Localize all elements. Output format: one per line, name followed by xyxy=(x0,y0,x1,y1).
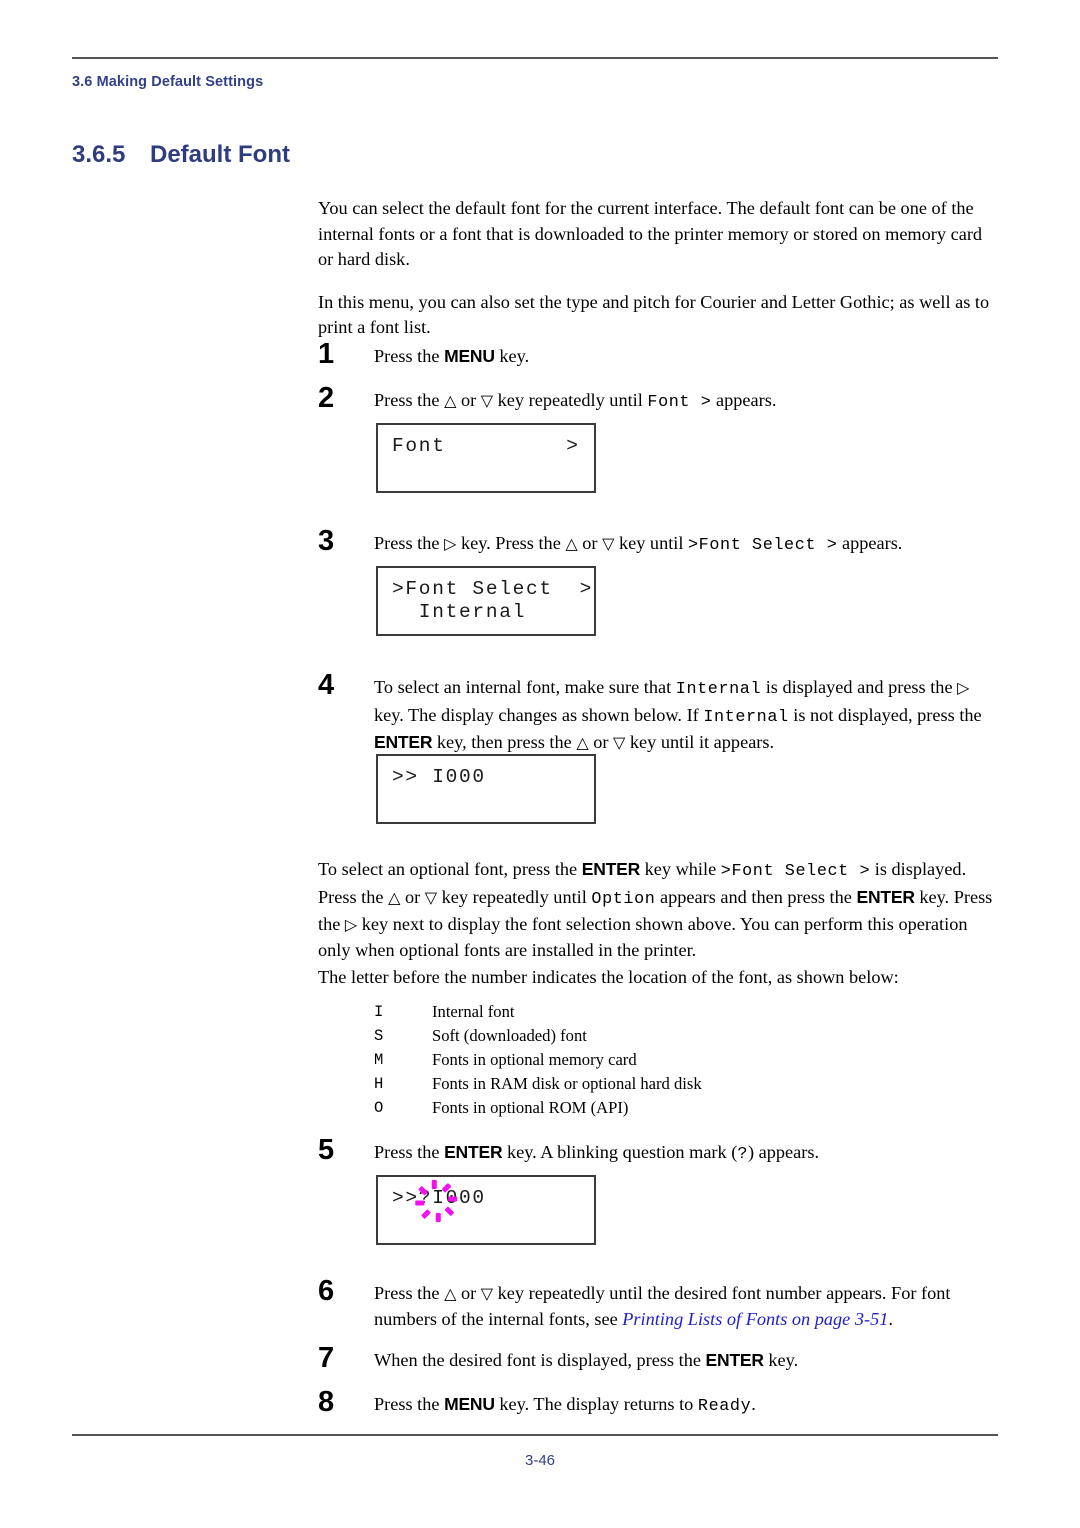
step-number: 4 xyxy=(318,669,335,701)
lcd-text-inline: Ready xyxy=(697,1397,752,1416)
step-1: 1 Press the MENU key. xyxy=(318,338,1000,370)
key-label: ENTER xyxy=(444,1142,503,1162)
lcd-line-1: >>?I000 xyxy=(392,1187,486,1209)
step-number: 2 xyxy=(318,382,335,414)
legend-description: Fonts in optional memory card xyxy=(432,1050,637,1069)
legend-row: O Fonts in optional ROM (API) xyxy=(374,1096,994,1120)
arrow-key-icon: ▷ xyxy=(444,534,457,553)
cross-reference-link[interactable]: Printing Lists of Fonts on page 3-51 xyxy=(622,1309,888,1329)
step-8: 8 Press the MENU key. The display return… xyxy=(318,1386,1000,1420)
lcd-line-1: Font xyxy=(392,435,446,457)
legend-description: Soft (downloaded) font xyxy=(432,1026,587,1045)
legend-code: I xyxy=(374,1003,384,1021)
key-label: MENU xyxy=(444,346,495,366)
optional-font-note: To select an optional font, press the EN… xyxy=(318,857,1000,980)
key-label: ENTER xyxy=(374,732,433,752)
lcd-text-inline: >Font Select > xyxy=(688,536,838,555)
step-5: 5 Press the ENTER key. A blinking questi… xyxy=(318,1134,1000,1168)
arrow-key-icon: △ xyxy=(444,391,457,410)
intro-paragraph-2: In this menu, you can also set the type … xyxy=(318,291,990,338)
lcd-text-inline: Internal xyxy=(703,707,789,727)
arrow-key-icon: ▽ xyxy=(613,733,626,752)
lcd-display-font-select: >Font Select > Internal xyxy=(376,566,596,636)
intro-paragraph-1: You can select the default font for the … xyxy=(318,198,983,269)
lcd-text-inline: Font > xyxy=(647,393,712,412)
page-title: 3.6.5 Default Font xyxy=(72,141,290,169)
font-location-legend: I Internal font S Soft (downloaded) font… xyxy=(374,1000,994,1120)
arrow-key-icon: ▷ xyxy=(957,678,970,697)
step-text: When the desired font is displayed, pres… xyxy=(374,1350,799,1370)
legend-code: H xyxy=(374,1075,384,1093)
step-text: Press the ▷ key. Press the △ or ▽ key un… xyxy=(374,533,903,555)
step-6: 6 Press the △ or ▽ key repeatedly until … xyxy=(318,1275,1000,1332)
step-number: 3 xyxy=(318,525,335,557)
step-text: Press the MENU key. xyxy=(374,346,530,366)
step-text: To select an internal font, make sure th… xyxy=(374,677,982,752)
arrow-key-icon: △ xyxy=(444,1284,457,1303)
step-3: 3 Press the ▷ key. Press the △ or ▽ key … xyxy=(318,525,1000,559)
step-2: 2 Press the △ or ▽ key repeatedly until … xyxy=(318,382,1000,416)
arrow-key-icon: △ xyxy=(565,534,578,553)
lcd-text-inline: Option xyxy=(591,889,656,909)
footer-rule xyxy=(72,1434,998,1436)
key-label: ENTER xyxy=(856,886,915,907)
arrow-key-icon: ▽ xyxy=(480,1284,494,1303)
lcd-line-1: >Font Select > xyxy=(392,578,594,600)
document-page: 3.6 Making Default Settings 3.6.5 Default… xyxy=(0,0,1080,1528)
arrow-key-icon: △ xyxy=(576,733,589,752)
intro-block: You can select the default font for the … xyxy=(318,196,1000,358)
step-number: 8 xyxy=(318,1386,335,1418)
lcd-display-blinking-prompt: >>?I000 xyxy=(376,1175,596,1245)
lcd-text-inline: ? xyxy=(737,1145,748,1164)
key-label: MENU xyxy=(444,1394,495,1414)
key-label: ENTER xyxy=(581,859,641,879)
arrow-key-icon: ▷ xyxy=(344,915,358,934)
step-number: 6 xyxy=(318,1275,335,1307)
section-number: 3.6.5 xyxy=(72,141,126,168)
legend-code: O xyxy=(374,1099,384,1117)
lcd-caret-icon: > xyxy=(566,435,578,457)
legend-description: Fonts in RAM disk or optional hard disk xyxy=(432,1074,702,1093)
legend-row: M Fonts in optional memory card xyxy=(374,1048,994,1072)
step-7: 7 When the desired font is displayed, pr… xyxy=(318,1342,1000,1374)
legend-description: Internal font xyxy=(432,1002,515,1021)
step-number: 1 xyxy=(318,338,335,370)
arrow-key-icon: △ xyxy=(388,887,401,907)
lcd-line-2: Internal xyxy=(392,601,527,623)
running-head: 3.6 Making Default Settings xyxy=(72,74,264,90)
arrow-key-icon: ▽ xyxy=(480,391,494,410)
legend-code: M xyxy=(374,1051,384,1069)
optional-font-note-text: To select an optional font, press the EN… xyxy=(318,859,993,960)
step-text: Press the △ or ▽ key repeatedly until th… xyxy=(374,1283,951,1329)
header-rule xyxy=(72,57,998,59)
lcd-text-inline: >Font Select > xyxy=(720,862,871,881)
legend-row: S Soft (downloaded) font xyxy=(374,1024,994,1048)
arrow-key-icon: ▽ xyxy=(424,887,438,907)
section-title: Default Font xyxy=(150,141,290,168)
step-text: Press the ENTER key. A blinking question… xyxy=(374,1142,820,1164)
arrow-key-icon: ▽ xyxy=(602,534,615,553)
legend-row: H Fonts in RAM disk or optional hard dis… xyxy=(374,1072,994,1096)
page-number: 3-46 xyxy=(524,1452,556,1469)
step-text: Press the △ or ▽ key repeatedly until Fo… xyxy=(374,390,777,412)
lcd-text-inline: Internal xyxy=(675,680,762,699)
step-number: 5 xyxy=(318,1134,335,1166)
lcd-line-1: >> I000 xyxy=(392,766,486,788)
step-4: 4 To select an internal font, make sure … xyxy=(318,669,1000,756)
lcd-display-font-menu: Font > xyxy=(376,423,596,493)
key-label: ENTER xyxy=(705,1350,765,1370)
legend-description: Fonts in optional ROM (API) xyxy=(432,1098,629,1117)
legend-intro-text: The letter before the number indicates t… xyxy=(318,967,899,987)
step-text: Press the MENU key. The display returns … xyxy=(374,1394,756,1416)
legend-row: I Internal font xyxy=(374,1000,994,1024)
step-number: 7 xyxy=(318,1342,335,1374)
legend-code: S xyxy=(374,1027,384,1045)
lcd-display-font-number: >> I000 xyxy=(376,754,596,824)
